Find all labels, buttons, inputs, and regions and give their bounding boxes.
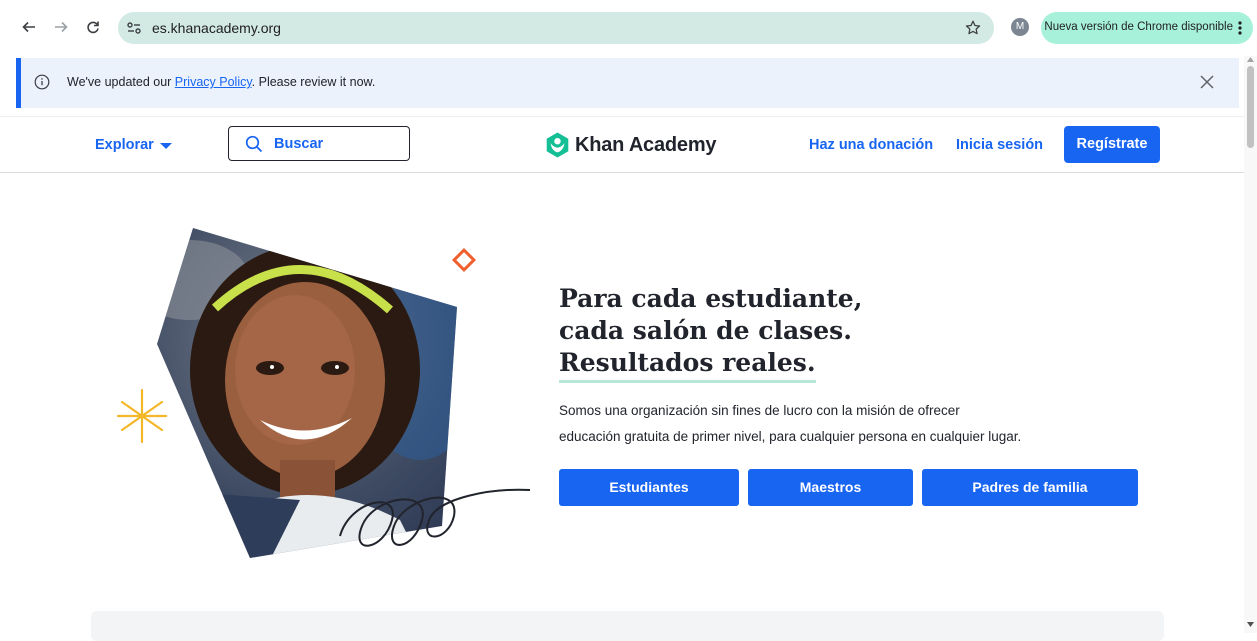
reload-button[interactable] bbox=[80, 14, 106, 40]
profile-avatar[interactable]: M bbox=[1011, 18, 1029, 36]
explore-label: Explorar bbox=[95, 137, 154, 153]
site-settings-icon[interactable] bbox=[126, 20, 142, 36]
diamond-decoration bbox=[451, 247, 477, 273]
scroll-thumb[interactable] bbox=[1247, 66, 1254, 148]
signup-button[interactable]: Regístrate bbox=[1064, 126, 1160, 163]
search-placeholder: Buscar bbox=[274, 136, 324, 152]
student-photo bbox=[157, 228, 457, 558]
description-line-2: educación gratuita de primer nivel, para… bbox=[559, 429, 1022, 444]
reload-icon bbox=[87, 21, 99, 34]
khan-academy-logo[interactable]: Khan Academy bbox=[546, 132, 717, 158]
headline-line-2: cada salón de clases. bbox=[559, 316, 852, 345]
address-bar[interactable]: es.khanacademy.org bbox=[118, 12, 994, 44]
search-icon bbox=[245, 135, 263, 153]
caret-down-icon bbox=[159, 143, 172, 149]
hero-illustration bbox=[116, 228, 531, 558]
khan-academy-logo-icon bbox=[546, 132, 569, 158]
back-arrow-icon bbox=[22, 21, 35, 33]
students-button[interactable]: Estudiantes bbox=[559, 469, 739, 506]
forward-button[interactable] bbox=[48, 14, 74, 40]
privacy-banner: We've updated our Privacy Policy. Please… bbox=[16, 58, 1239, 108]
login-link[interactable]: Inicia sesión bbox=[956, 137, 1043, 153]
banner-message: We've updated our Privacy Policy. Please… bbox=[67, 75, 376, 89]
url-text[interactable]: es.khanacademy.org bbox=[152, 20, 281, 36]
header-bottom-divider bbox=[0, 172, 1244, 173]
info-icon bbox=[34, 74, 50, 90]
privacy-policy-link[interactable]: Privacy Policy bbox=[175, 75, 252, 89]
scroll-up-icon[interactable] bbox=[1247, 57, 1254, 62]
header-top-divider bbox=[0, 116, 1244, 117]
next-section-panel bbox=[91, 611, 1164, 641]
page-scrollbar[interactable] bbox=[1244, 56, 1257, 633]
starburst-decoration bbox=[116, 388, 168, 444]
scroll-down-icon[interactable] bbox=[1247, 622, 1254, 627]
back-button[interactable] bbox=[16, 14, 42, 40]
browser-toolbar: es.khanacademy.org M Nueva versión de Ch… bbox=[0, 0, 1257, 56]
forward-arrow-icon bbox=[55, 21, 68, 33]
chrome-update-button[interactable]: Nueva versión de Chrome disponible bbox=[1041, 12, 1253, 44]
star-icon[interactable] bbox=[964, 19, 982, 37]
parents-button[interactable]: Padres de familia bbox=[922, 469, 1138, 506]
hero-headline: Para cada estudiante, cada salón de clas… bbox=[559, 283, 979, 383]
close-icon[interactable] bbox=[1197, 72, 1217, 92]
headline-line-3: Resultados reales. bbox=[559, 347, 816, 383]
hero-description: Somos una organización sin fines de lucr… bbox=[559, 398, 1079, 450]
explore-menu-button[interactable]: Explorar bbox=[95, 137, 172, 153]
update-label: Nueva versión de Chrome disponible bbox=[1044, 21, 1233, 33]
description-line-1: Somos una organización sin fines de lucr… bbox=[559, 403, 960, 418]
kebab-menu-icon[interactable] bbox=[1237, 21, 1243, 35]
teachers-button[interactable]: Maestros bbox=[748, 469, 913, 506]
donate-link[interactable]: Haz una donación bbox=[809, 137, 933, 153]
logo-text: Khan Academy bbox=[575, 133, 717, 156]
headline-line-1: Para cada estudiante, bbox=[559, 284, 863, 313]
search-input[interactable]: Buscar bbox=[228, 126, 410, 161]
